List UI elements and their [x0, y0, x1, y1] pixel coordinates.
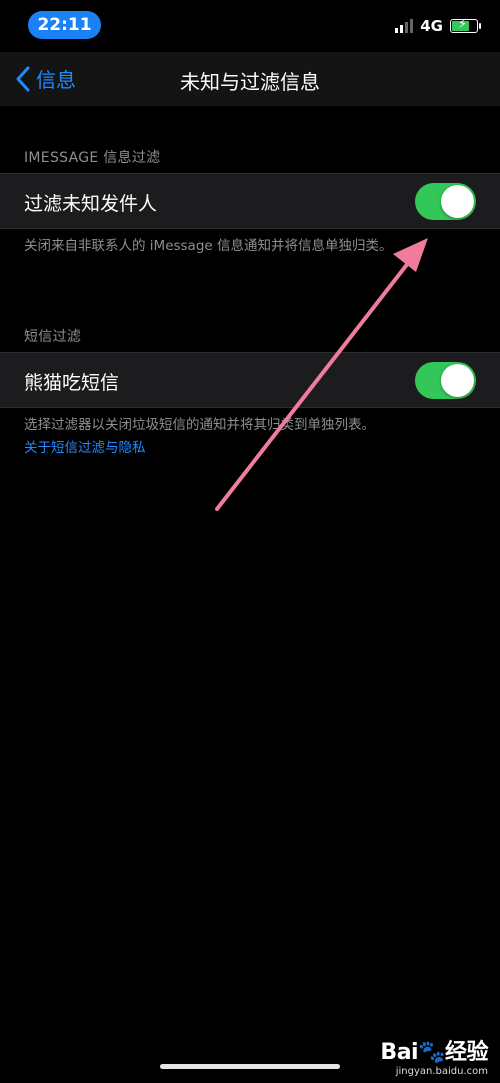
sms-filter-app-row: 熊猫吃短信	[0, 352, 500, 408]
watermark-brand-b: 经验	[444, 1040, 489, 1065]
battery-icon: ⚡	[450, 17, 481, 33]
paw-icon: 🐾	[418, 1040, 445, 1065]
network-type: 4G	[420, 17, 443, 35]
watermark-url: jingyan.baidu.com	[395, 1066, 488, 1077]
navigation-bar: 信息 未知与过滤信息	[0, 52, 500, 106]
filter-unknown-senders-row: 过滤未知发件人	[0, 173, 500, 229]
home-indicator[interactable]	[160, 1064, 340, 1069]
sms-filter-app-toggle[interactable]	[415, 362, 476, 399]
sms-section-header: 短信过滤	[24, 329, 82, 345]
status-time[interactable]: 22:11	[28, 11, 101, 39]
toggle-knob	[441, 185, 474, 218]
cellular-signal-icon	[395, 19, 414, 33]
imessage-section-header: IMESSAGE 信息过滤	[24, 150, 161, 166]
watermark-brand-a: Bai	[380, 1040, 419, 1065]
sms-filter-app-label: 熊猫吃短信	[24, 372, 120, 394]
imessage-section-footer: 关闭来自非联系人的 iMessage 信息通知并将信息单独归类。	[24, 238, 393, 254]
status-indicators: 4G ⚡	[395, 16, 481, 36]
toggle-knob	[441, 364, 474, 397]
page-title: 未知与过滤信息	[180, 70, 320, 94]
charging-bolt-icon: ⚡	[458, 17, 468, 32]
watermark-logo: Bai🐾经验 jingyan.baidu.com	[380, 1034, 488, 1077]
filter-unknown-senders-label: 过滤未知发件人	[24, 193, 158, 215]
sms-section-footer: 选择过滤器以关闭垃圾短信的通知并将其归类到单独列表。	[24, 417, 375, 433]
sms-filtering-privacy-link[interactable]: 关于短信过滤与隐私	[24, 436, 146, 456]
status-bar: 22:11 4G ⚡	[0, 0, 500, 52]
filter-unknown-senders-toggle[interactable]	[415, 183, 476, 220]
